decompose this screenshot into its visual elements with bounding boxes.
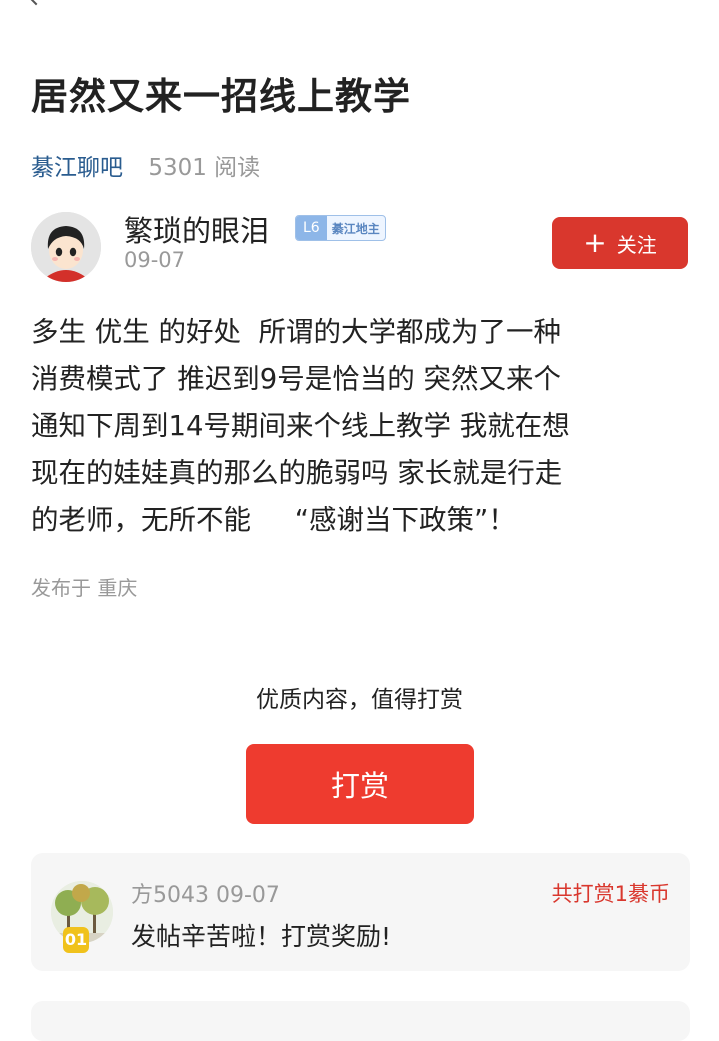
author-avatar[interactable] [31, 212, 101, 282]
plus-icon: + [583, 226, 607, 259]
read-count: 5301 阅读 [148, 155, 261, 181]
rank-badge: 01 [63, 927, 89, 953]
forum-link[interactable]: 綦江聊吧 [31, 155, 123, 181]
title-badge: 綦江地主 [331, 221, 380, 236]
follow-button[interactable]: + 关注 [552, 217, 688, 269]
post-meta: 綦江聊吧 5301 阅读 [31, 148, 260, 182]
back-arrow-icon[interactable] [24, 0, 48, 6]
tip-button[interactable]: 打赏 [246, 744, 474, 824]
tip-prompt: 优质内容，值得打赏 [256, 687, 463, 713]
next-card [31, 1001, 690, 1041]
author-name[interactable]: 繁琐的眼泪 [124, 208, 269, 250]
post-content: 多生 优生 的好处 所谓的大学都成为了一种 消费模式了 推迟到9号是恰当的 突然… [31, 309, 696, 544]
tip-message: 发帖辛苦啦！打赏奖励! [131, 922, 392, 951]
post-title: 居然又来一招线上教学 [31, 75, 411, 118]
content-line: 多生 优生 的好处 所谓的大学都成为了一种 [31, 316, 561, 348]
content-line: 通知下周到14号期间来个线上教学 我就在想 [31, 410, 570, 442]
tip-total: 共打赏1綦币 [551, 882, 670, 906]
post-location: 发布于 重庆 [31, 576, 138, 600]
level-badge: L6 綦江地主 [295, 215, 386, 241]
content-line: 消费模式了 推迟到9号是恰当的 突然又来个 [31, 363, 561, 395]
level-label: L6 [296, 216, 327, 240]
content-line: 的老师，无所不能 “感谢当下政策”！ [31, 504, 516, 536]
follow-label: 关注 [616, 232, 657, 257]
tip-record-card: 01 方5043 09-07 共打赏1綦币 发帖辛苦啦！打赏奖励! [31, 853, 690, 971]
tipper-name-date: 方5043 09-07 [131, 883, 280, 908]
cartoon-avatar-icon [31, 212, 101, 282]
post-date: 09-07 [124, 248, 186, 272]
content-line: 现在的娃娃真的那么的脆弱吗 家长就是行走 [31, 457, 563, 489]
